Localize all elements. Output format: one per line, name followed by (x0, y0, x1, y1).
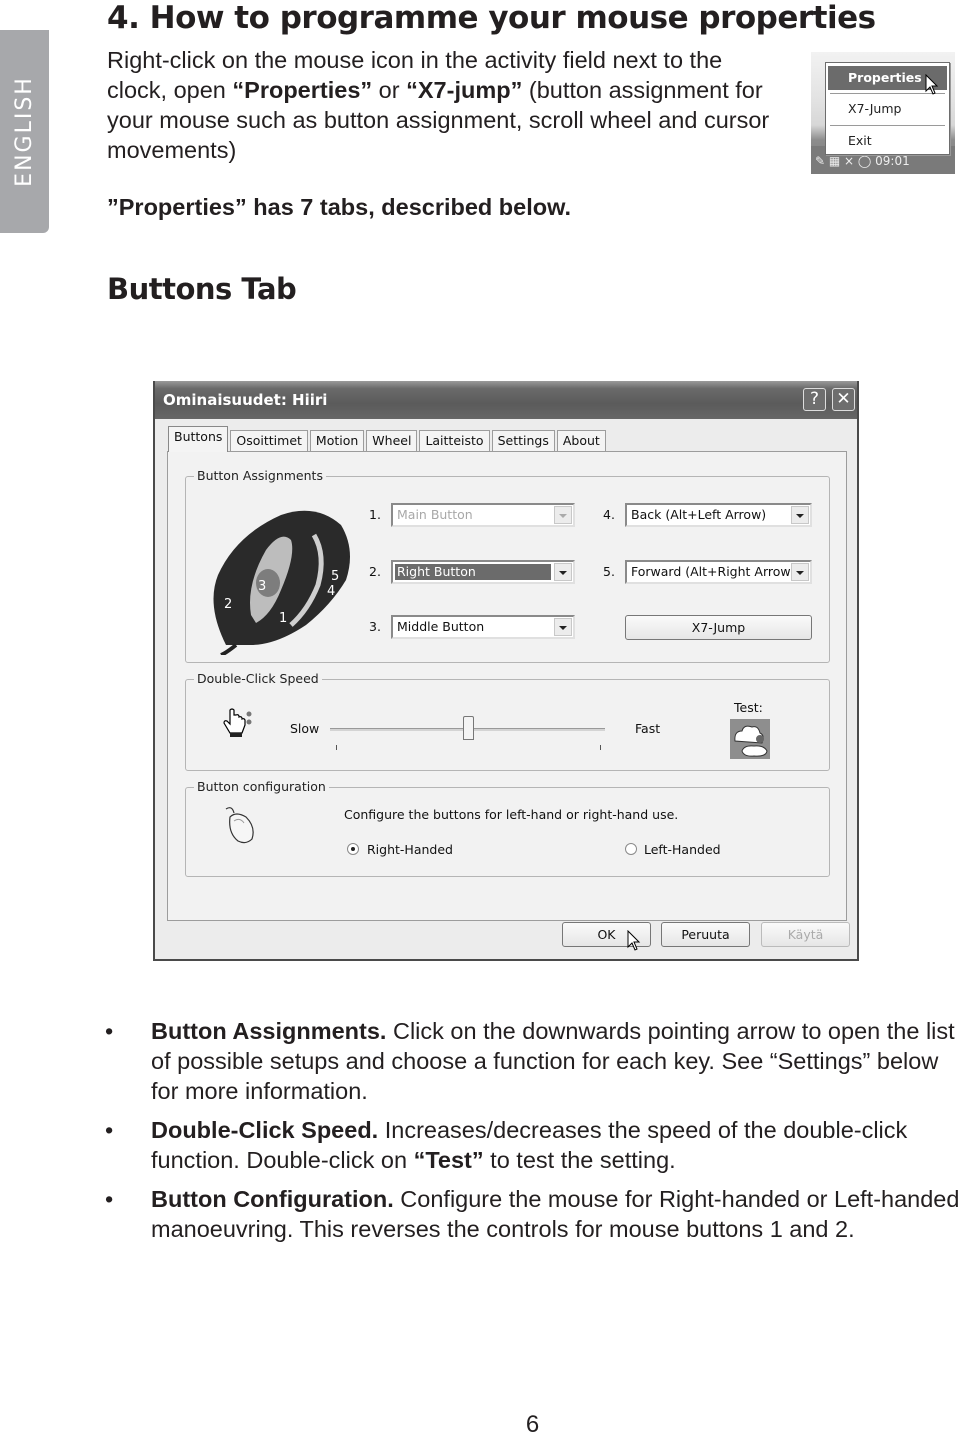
apply-button[interactable]: Käytä (761, 922, 850, 947)
bullet-dot: • (105, 1186, 114, 1212)
mouse-label-2: 2 (224, 597, 232, 612)
tab-osoittimet[interactable]: Osoittimet (230, 430, 308, 452)
button-2-select[interactable]: Right Button (391, 560, 575, 584)
row-2-number: 2. (369, 564, 381, 579)
group-label: Double-Click Speed (194, 671, 322, 686)
bullet-title: Button Configuration. (151, 1186, 394, 1212)
row-4-number: 4. (603, 507, 615, 522)
tabs-note: ”Properties” has 7 tabs, described below… (107, 194, 572, 220)
buttons-tab-panel: Button Assignments 3 2 1 5 4 1. Main But… (167, 451, 847, 921)
mouse-cursor-icon (627, 930, 641, 951)
help-button[interactable]: ? (803, 388, 826, 411)
tab-about[interactable]: About (556, 430, 606, 452)
button-assignments-group: Button Assignments 3 2 1 5 4 1. Main But… (185, 468, 830, 663)
button-3-value: Middle Button (397, 619, 485, 634)
bullet-text-2: to test the setting. (483, 1147, 676, 1173)
language-tab: ENGLISH (0, 30, 49, 233)
dialog-title: Ominaisuudet: Hiiri (163, 391, 328, 409)
tab-strip: Buttons Osoittimet Motion Wheel Laitteis… (168, 426, 608, 452)
pointing-hand-icon (223, 708, 252, 737)
chevron-down-icon[interactable] (791, 506, 809, 524)
intro-properties: “Properties” (232, 77, 373, 103)
chevron-down-icon[interactable] (554, 506, 572, 524)
left-handed-radio[interactable] (625, 843, 637, 855)
test-label: Test: (734, 700, 763, 715)
bullet-bold-test: “Test” (413, 1147, 484, 1173)
tab-laitteisto[interactable]: Laitteisto (419, 430, 490, 452)
button-5-select[interactable]: Forward (Alt+Right Arrow) (625, 560, 812, 584)
right-handed-radio[interactable] (347, 843, 359, 855)
language-label: ENGLISH (12, 76, 38, 187)
button-1-select[interactable]: Main Button (391, 503, 575, 527)
tray-icons: ✎ ▦ × ◯ 09:01 (815, 154, 910, 168)
menu-item-x7-jump[interactable]: X7-Jump (828, 97, 947, 121)
tab-wheel[interactable]: Wheel (366, 430, 418, 452)
double-click-slider-thumb[interactable] (462, 716, 474, 740)
row-1-number: 1. (369, 507, 381, 522)
x7-jump-button[interactable]: X7-Jump (625, 615, 812, 640)
mouse-icon (225, 807, 254, 844)
mouse-label-5: 5 (331, 569, 339, 584)
group-label: Button configuration (194, 779, 329, 794)
test-area-icon[interactable] (730, 719, 770, 759)
intro-x7jump: “X7-jump” (406, 77, 523, 103)
mouse-label-1: 1 (279, 611, 287, 626)
right-handed-label[interactable]: Right-Handed (367, 842, 453, 857)
mouse-photo-icon: 3 2 1 5 4 (213, 510, 350, 655)
left-handed-label[interactable]: Left-Handed (644, 842, 721, 857)
tray-clock: 09:01 (875, 154, 910, 168)
menu-item-exit[interactable]: Exit (828, 129, 947, 153)
slider-tick (600, 745, 601, 750)
group-label: Button Assignments (194, 468, 326, 483)
button-4-select[interactable]: Back (Alt+Left Arrow) (625, 503, 812, 527)
button-4-value: Back (Alt+Left Arrow) (631, 507, 767, 522)
button-5-value: Forward (Alt+Right Arrow) (631, 564, 796, 579)
close-button[interactable]: ✕ (832, 388, 855, 411)
tab-buttons[interactable]: Buttons (168, 426, 229, 452)
intro-paragraph: Right-click on the mouse icon in the act… (107, 45, 787, 165)
button-1-value: Main Button (397, 507, 473, 522)
menu-separator (830, 125, 945, 126)
configure-description: Configure the buttons for left-hand or r… (344, 807, 679, 822)
chevron-down-icon[interactable] (791, 563, 809, 581)
list-item: • Double-Click Speed. Increases/decrease… (105, 1115, 960, 1175)
fast-label: Fast (635, 721, 661, 736)
dialog-titlebar: Ominaisuudet: Hiiri ? ✕ (155, 381, 857, 419)
list-item: • Button Assignments. Click on the downw… (105, 1016, 960, 1106)
bullet-list: • Button Assignments. Click on the downw… (105, 1016, 960, 1253)
intro-or: or (372, 77, 407, 103)
slider-tick (336, 745, 337, 750)
bullet-title: Double-Click Speed. (151, 1117, 379, 1143)
mouse-cursor-icon (925, 74, 939, 95)
mouse-label-4: 4 (327, 584, 335, 599)
double-click-speed-group: Double-Click Speed Slow Fast Test: (185, 671, 830, 771)
page-heading: 4. How to programme your mouse propertie… (107, 0, 876, 36)
button-2-value: Right Button (395, 564, 551, 580)
tab-settings[interactable]: Settings (491, 430, 555, 452)
row-5-number: 5. (603, 564, 615, 579)
bullet-dot: • (105, 1117, 114, 1143)
page-number: 6 (525, 1411, 540, 1438)
slow-label: Slow (290, 721, 320, 736)
row-3-number: 3. (369, 619, 381, 634)
tab-motion[interactable]: Motion (309, 430, 365, 452)
button-configuration-group: Button configuration Configure the butto… (185, 779, 830, 877)
mouse-properties-dialog: Ominaisuudet: Hiiri ? ✕ Buttons Osoittim… (153, 381, 859, 961)
chevron-down-icon[interactable] (554, 618, 572, 636)
button-3-select[interactable]: Middle Button (391, 615, 575, 639)
cancel-button[interactable]: Peruuta (661, 922, 750, 947)
mouse-label-3: 3 (258, 579, 266, 594)
bullet-title: Button Assignments. (151, 1018, 387, 1044)
chevron-down-icon[interactable] (554, 563, 572, 581)
list-item: • Button Configuration. Configure the mo… (105, 1184, 960, 1244)
bullet-dot: • (105, 1018, 114, 1044)
section-title: Buttons Tab (107, 272, 297, 306)
